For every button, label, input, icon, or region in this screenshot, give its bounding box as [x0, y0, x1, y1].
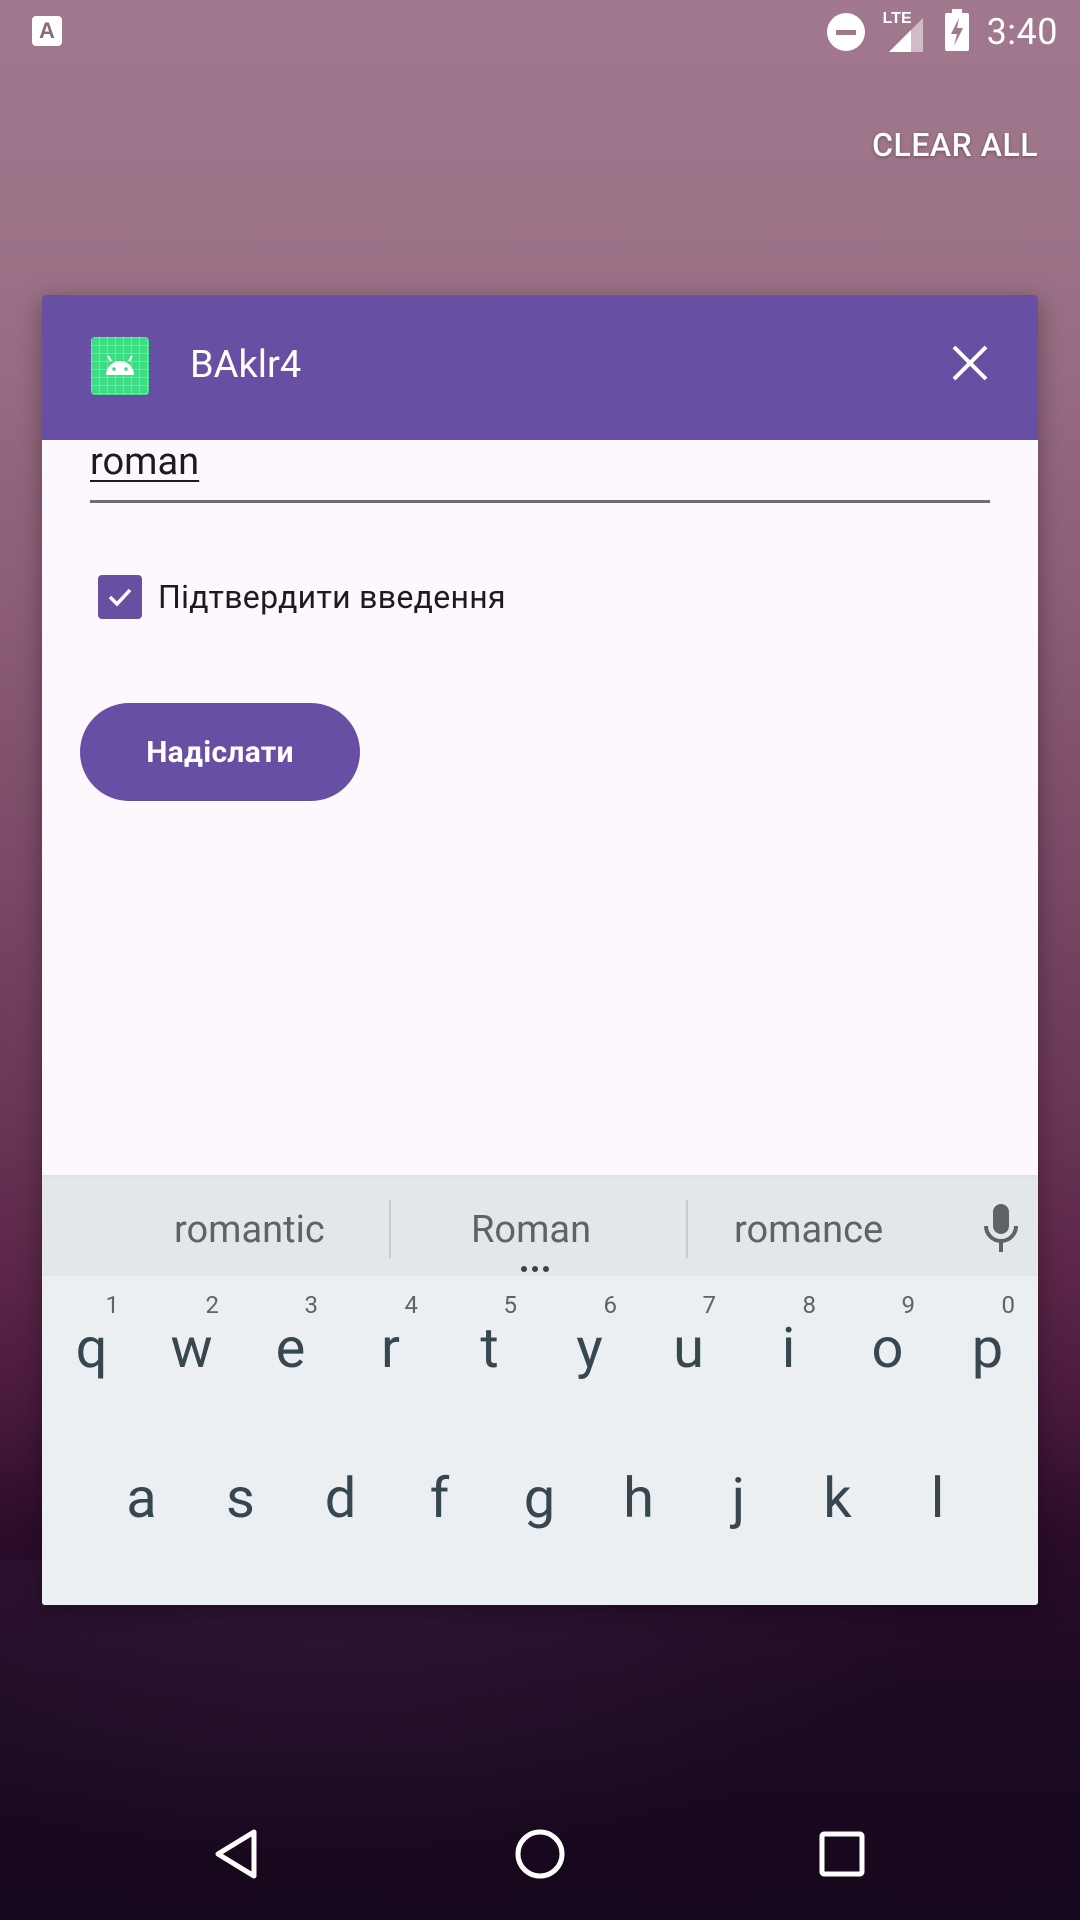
lte-signal-icon: LTE: [882, 10, 927, 52]
key-a[interactable]: a: [92, 1423, 191, 1563]
android-app-icon: [91, 337, 149, 395]
app-title: BAklr4: [190, 343, 302, 387]
battery-charging-icon: [944, 9, 969, 51]
recent-app-card[interactable]: BAklr4 roman Підтвердити введення Надісл…: [42, 295, 1038, 1605]
name-input-value: roman: [90, 440, 200, 484]
checkmark-icon: [108, 588, 132, 607]
suggestion-right[interactable]: romance: [734, 1208, 883, 1252]
suggestion-left[interactable]: romantic: [174, 1208, 325, 1252]
key-o[interactable]: 9o: [838, 1273, 937, 1413]
key-t[interactable]: 5t: [440, 1273, 539, 1413]
network-type-label: LTE: [882, 10, 912, 27]
back-icon[interactable]: [208, 1824, 268, 1884]
key-p[interactable]: 0p: [938, 1273, 1037, 1413]
suggestion-divider: [389, 1200, 391, 1258]
key-i[interactable]: 8i: [739, 1273, 838, 1413]
key-h[interactable]: h: [589, 1423, 688, 1563]
clear-all-button[interactable]: CLEAR ALL: [872, 126, 1038, 164]
key-s[interactable]: s: [191, 1423, 290, 1563]
input-underline: [90, 500, 990, 503]
send-button[interactable]: Надіслати: [80, 703, 360, 801]
key-y[interactable]: 6y: [540, 1273, 639, 1413]
key-u[interactable]: 7u: [639, 1273, 738, 1413]
recents-icon[interactable]: [812, 1824, 872, 1884]
confirm-checkbox-row[interactable]: Підтвердити введення: [98, 575, 506, 619]
home-icon[interactable]: [510, 1824, 570, 1884]
key-f[interactable]: f: [390, 1423, 489, 1563]
key-l[interactable]: l: [888, 1423, 987, 1563]
key-e[interactable]: 3e: [241, 1273, 340, 1413]
suggestion-strip: romantic Roman romance: [42, 1175, 1038, 1276]
name-input[interactable]: roman: [90, 440, 990, 510]
navigation-bar: [0, 1794, 1080, 1920]
microphone-icon[interactable]: [978, 1200, 1024, 1256]
confirm-checkbox-label: Підтвердити введення: [158, 578, 506, 616]
key-g[interactable]: g: [490, 1423, 589, 1563]
do-not-disturb-icon: [826, 13, 865, 51]
more-suggestions-icon[interactable]: [521, 1266, 549, 1272]
key-r[interactable]: 4r: [341, 1273, 440, 1413]
status-bar: A LTE 3:40: [0, 0, 1080, 63]
clock: 3:40: [986, 11, 1058, 53]
soft-keyboard: romantic Roman romance 1q 2w 3e 4r 5t 6y…: [42, 1175, 1038, 1605]
key-w[interactable]: 2w: [142, 1273, 241, 1413]
card-header: BAklr4: [42, 295, 1038, 440]
key-q[interactable]: 1q: [42, 1273, 141, 1413]
text-notification-icon: A: [32, 16, 62, 46]
suggestion-divider: [686, 1200, 688, 1258]
close-icon[interactable]: [948, 341, 992, 385]
confirm-checkbox[interactable]: [98, 575, 142, 619]
key-k[interactable]: k: [788, 1423, 887, 1563]
key-j[interactable]: j: [689, 1423, 788, 1563]
suggestion-center[interactable]: Roman: [471, 1208, 591, 1252]
key-d[interactable]: d: [291, 1423, 390, 1563]
